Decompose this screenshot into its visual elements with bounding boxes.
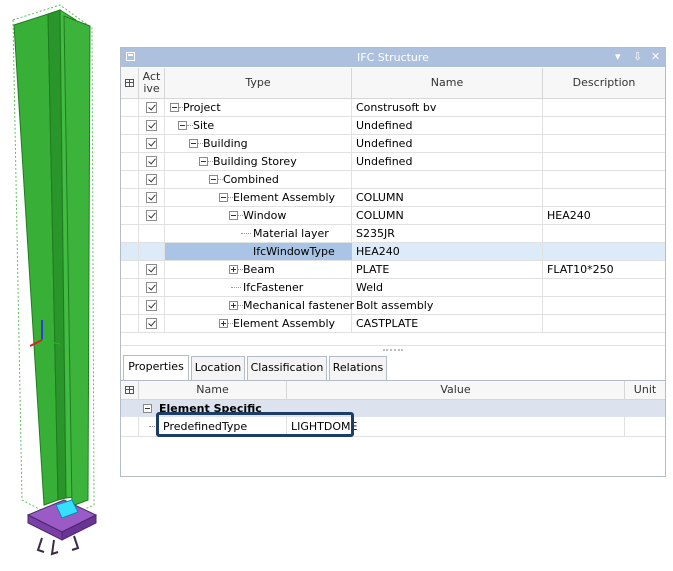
close-icon[interactable]: ✕ [651,50,660,64]
tab-location[interactable]: Location [191,356,245,380]
active-checkbox[interactable] [146,318,157,329]
tab-relations[interactable]: Relations [329,356,387,380]
tree-grid-header: Active Type Name Description [121,68,665,99]
expand-icon[interactable] [219,319,228,328]
tree-node-label: Element Assembly [233,317,336,330]
active-checkbox[interactable] [146,210,157,221]
tree-node-label: Beam [243,263,275,276]
tree-row[interactable]: Element Assembly CASTPLATE [121,315,665,333]
node-description: FLAT10*250 [547,263,614,276]
properties-grid-header: Name Value Unit [121,381,665,400]
column-chooser-icon [125,386,134,394]
column-3d-model [12,4,98,556]
tree-row[interactable]: Mechanical fastener Bolt assembly [121,297,665,315]
node-name: Undefined [356,155,413,168]
tree-node-label: Combined [223,173,279,186]
collapse-icon[interactable] [170,103,179,112]
active-checkbox[interactable] [146,300,157,311]
column-chooser-button[interactable] [121,68,139,98]
tree-node-label: IfcFastener [243,281,304,294]
tree-row[interactable]: Material layer S235JR [121,225,665,243]
node-name: HEA240 [356,245,400,258]
column-header-type[interactable]: Type [165,68,352,98]
dock-icon[interactable]: ⇩ [633,50,642,64]
node-name: Bolt assembly [356,299,434,312]
node-name: Undefined [356,119,413,132]
collapse-icon[interactable] [199,157,208,166]
node-name: Construsoft bv [356,101,437,114]
column-header-name[interactable]: Name [352,68,543,98]
tree-row[interactable]: Window COLUMN HEA240 [121,207,665,225]
node-name: COLUMN [356,191,404,204]
tree-node-label: Building Storey [213,155,297,168]
column-header-active[interactable]: Active [139,68,165,98]
node-name: Weld [356,281,384,294]
active-checkbox[interactable] [146,174,157,185]
tree-node-label: Element Assembly [233,191,336,204]
property-header-value[interactable]: Value [287,381,625,399]
active-checkbox[interactable] [146,192,157,203]
property-header-name[interactable]: Name [139,381,287,399]
column-header-description[interactable]: Description [543,68,665,98]
node-name: Undefined [356,137,413,150]
tree-row[interactable]: Building Undefined [121,135,665,153]
property-header-unit[interactable]: Unit [625,381,665,399]
collapse-icon[interactable] [189,139,198,148]
active-checkbox[interactable] [146,264,157,275]
tab-properties[interactable]: Properties [123,355,189,380]
tree-row[interactable]: Combined [121,171,665,189]
tree-node-label: Building [203,137,248,150]
tree-node-label: IfcWindowType [253,245,335,258]
collapse-icon[interactable] [209,175,218,184]
active-checkbox[interactable] [146,138,157,149]
model-viewport[interactable] [0,0,110,571]
tree-row-selected[interactable]: IfcWindowType HEA240 [121,243,665,261]
node-name: S235JR [356,227,395,240]
node-description: HEA240 [547,209,591,222]
tree-row[interactable]: Beam PLATE FLAT10*250 [121,261,665,279]
node-name: COLUMN [356,209,404,222]
tree-node-label: Project [183,101,221,114]
title-bar: IFC Structure ▾ ⇩ ✕ [121,48,665,67]
tree-row[interactable]: Element Assembly COLUMN [121,189,665,207]
active-checkbox[interactable] [146,282,157,293]
node-name: CASTPLATE [356,317,419,330]
tree-node-label: Material layer [253,227,329,240]
tree-row[interactable]: Building Storey Undefined [121,153,665,171]
tree-node-label: Mechanical fastener [243,299,355,312]
tab-bar: Properties Location Classification Relat… [121,354,665,381]
collapse-icon[interactable] [229,211,238,220]
active-checkbox[interactable] [146,102,157,113]
tree-row[interactable]: Project Construsoft bv [121,99,665,117]
active-checkbox[interactable] [146,120,157,131]
expand-icon[interactable] [229,301,238,310]
tab-classification[interactable]: Classification [247,356,327,380]
collapse-icon[interactable] [219,193,228,202]
dropdown-icon[interactable]: ▾ [615,50,621,64]
node-name: PLATE [356,263,390,276]
tree-row[interactable]: Site Undefined [121,117,665,135]
property-column-chooser-button[interactable] [121,381,139,399]
active-checkbox[interactable] [146,156,157,167]
tree-row[interactable]: IfcFastener Weld [121,279,665,297]
expand-icon[interactable] [229,265,238,274]
annotation-highlight-box [156,412,354,437]
tree-node-label: Site [193,119,215,132]
window-title: IFC Structure [357,51,429,64]
collapse-icon[interactable] [178,121,187,130]
tree-rows: Project Construsoft bv Site Undefined Bu… [121,99,665,333]
collapse-icon[interactable] [143,404,152,413]
column-chooser-icon [125,79,134,87]
tree-node-label: Window [243,209,287,222]
